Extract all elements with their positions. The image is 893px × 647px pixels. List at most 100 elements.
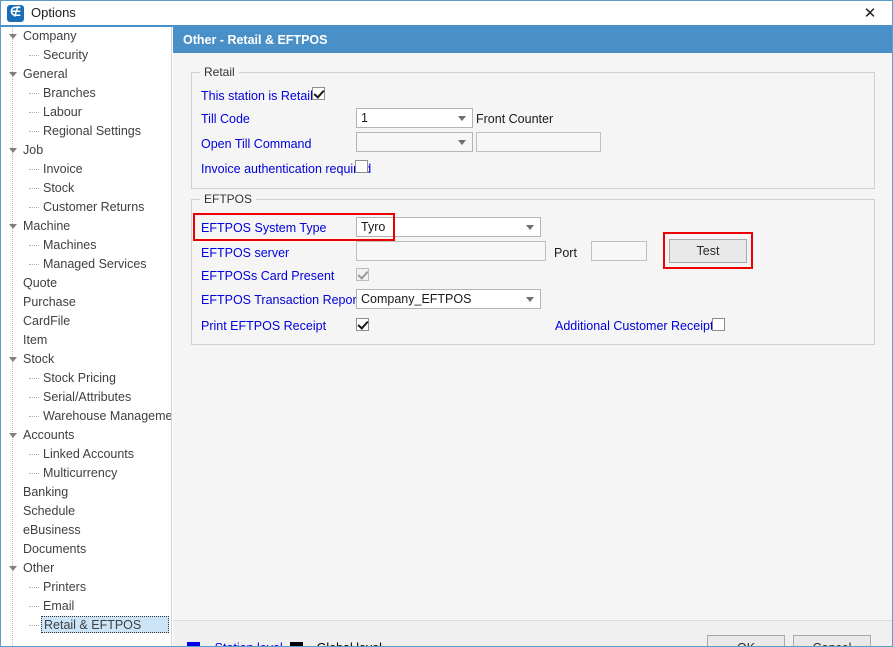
station-level-legend: - Station level bbox=[207, 641, 283, 646]
sidebar-item-security[interactable]: Security bbox=[1, 46, 171, 65]
sidebar-item-label: Labour bbox=[43, 105, 82, 119]
till-code-combobox[interactable]: 1 bbox=[356, 108, 473, 128]
cancel-button[interactable]: Cancel bbox=[793, 635, 871, 646]
expander-icon[interactable] bbox=[9, 433, 17, 438]
eftpos-transaction-report-label: EFTPOS Transaction Report bbox=[201, 293, 361, 307]
this-station-is-retail-label: This station is Retail bbox=[201, 89, 313, 103]
sidebar-item-invoice[interactable]: Invoice bbox=[1, 160, 171, 179]
sidebar-item-label: Email bbox=[43, 599, 75, 613]
sidebar-item-labour[interactable]: Labour bbox=[1, 103, 171, 122]
sidebar-item-regional-settings[interactable]: Regional Settings bbox=[1, 122, 171, 141]
sidebar-item-label: Retail & EFTPOS bbox=[41, 616, 169, 633]
sidebar-item-label: eBusiness bbox=[23, 523, 81, 537]
sidebar-item-branches[interactable]: Branches bbox=[1, 84, 171, 103]
close-icon[interactable]: ✕ bbox=[848, 1, 892, 25]
options-dialog: ∉ Options ✕ Company Security General Branch… bbox=[0, 0, 893, 647]
chevron-down-icon bbox=[458, 116, 466, 121]
print-eftpos-receipt-checkbox[interactable] bbox=[356, 318, 369, 331]
sidebar-item-stock[interactable]: Stock bbox=[1, 350, 171, 369]
additional-customer-receipt-checkbox[interactable] bbox=[712, 318, 725, 331]
eftpos-system-type-combobox[interactable]: Tyro bbox=[356, 217, 541, 237]
sidebar-item-general[interactable]: General bbox=[1, 65, 171, 84]
eftpos-transaction-report-combobox[interactable]: Company_EFTPOS bbox=[356, 289, 541, 309]
sidebar-item-label: Stock Pricing bbox=[43, 371, 116, 385]
station-level-swatch bbox=[187, 642, 200, 646]
sidebar-item-label: Machine bbox=[23, 219, 71, 233]
sidebar-item-machines[interactable]: Machines bbox=[1, 236, 171, 255]
sidebar-item-label: Other bbox=[23, 561, 55, 575]
eftpos-groupbox-legend: EFTPOS bbox=[200, 192, 257, 206]
sidebar-item-documents[interactable]: Documents bbox=[1, 540, 171, 559]
sidebar-item-label: Customer Returns bbox=[43, 200, 145, 214]
sidebar-item-purchase[interactable]: Purchase bbox=[1, 293, 171, 312]
sidebar-item-label: Documents bbox=[23, 542, 87, 556]
options-tree[interactable]: Company Security General Branches Labour Regi… bbox=[1, 27, 172, 646]
sidebar-item-label: Banking bbox=[23, 485, 69, 499]
open-till-command-label: Open Till Command bbox=[201, 137, 312, 151]
expander-icon[interactable] bbox=[9, 34, 17, 39]
sidebar-item-managed-services[interactable]: Managed Services bbox=[1, 255, 171, 274]
sidebar-item-other[interactable]: Other bbox=[1, 559, 171, 578]
sidebar-item-schedule[interactable]: Schedule bbox=[1, 502, 171, 521]
sidebar-item-label: Security bbox=[43, 48, 89, 62]
sidebar-item-label: Printers bbox=[43, 580, 87, 594]
sidebar-item-label: Stock bbox=[43, 181, 75, 195]
print-eftpos-receipt-label: Print EFTPOS Receipt bbox=[201, 319, 327, 333]
expander-icon[interactable] bbox=[9, 357, 17, 362]
eftpos-system-type-label: EFTPOS System Type bbox=[201, 221, 327, 235]
sidebar-item-label: Multicurrency bbox=[43, 466, 118, 480]
global-level-swatch bbox=[290, 642, 303, 646]
this-station-is-retail-checkbox[interactable] bbox=[312, 87, 325, 100]
sidebar-item-email[interactable]: Email bbox=[1, 597, 171, 616]
sidebar-item-linked-accounts[interactable]: Linked Accounts bbox=[1, 445, 171, 464]
sidebar-item-label: Linked Accounts bbox=[43, 447, 135, 461]
sidebar-item-job[interactable]: Job bbox=[1, 141, 171, 160]
sidebar-item-label: Branches bbox=[43, 86, 96, 100]
tree-items-host: Company Security General Branches Labour Regi… bbox=[1, 27, 171, 635]
sidebar-item-label: Company bbox=[23, 29, 77, 43]
sidebar-item-label: Machines bbox=[43, 238, 97, 252]
sidebar-item-stock[interactable]: Stock bbox=[1, 179, 171, 198]
ok-button[interactable]: OK bbox=[707, 635, 785, 646]
sidebar-item-cardfile[interactable]: CardFile bbox=[1, 312, 171, 331]
sidebar-item-label: Serial/Attributes bbox=[43, 390, 132, 404]
sidebar-item-customer-returns[interactable]: Customer Returns bbox=[1, 198, 171, 217]
sidebar-item-multicurrency[interactable]: Multicurrency bbox=[1, 464, 171, 483]
expander-icon[interactable] bbox=[9, 224, 17, 229]
sidebar-item-serial-attributes[interactable]: Serial/Attributes bbox=[1, 388, 171, 407]
window-title: Options bbox=[31, 5, 76, 20]
sidebar-item-label: Managed Services bbox=[43, 257, 147, 271]
sidebar-item-accounts[interactable]: Accounts bbox=[1, 426, 171, 445]
port-label: Port bbox=[554, 246, 577, 260]
sidebar-item-warehouse-management[interactable]: Warehouse Management bbox=[1, 407, 171, 426]
sidebar-item-label: Warehouse Management bbox=[43, 409, 172, 423]
sidebar-item-label: Job bbox=[23, 143, 44, 157]
expander-icon[interactable] bbox=[9, 566, 17, 571]
eftpos-server-input[interactable] bbox=[356, 241, 546, 261]
sidebar-item-machine[interactable]: Machine bbox=[1, 217, 171, 236]
sidebar-item-printers[interactable]: Printers bbox=[1, 578, 171, 597]
sidebar-item-label: Regional Settings bbox=[43, 124, 141, 138]
sidebar-item-item[interactable]: Item bbox=[1, 331, 171, 350]
sidebar-item-banking[interactable]: Banking bbox=[1, 483, 171, 502]
eftpos-server-label: EFTPOS server bbox=[201, 246, 290, 260]
till-code-value: 1 bbox=[361, 111, 368, 125]
sidebar-item-company[interactable]: Company bbox=[1, 27, 171, 46]
additional-customer-receipt-label: Additional Customer Receipt bbox=[555, 319, 714, 333]
open-till-command-combobox[interactable] bbox=[356, 132, 473, 152]
open-till-command-text-input[interactable] bbox=[476, 132, 601, 152]
sidebar-item-retail-eftpos[interactable]: Retail & EFTPOS bbox=[1, 616, 171, 635]
app-icon: ∉ bbox=[7, 5, 24, 22]
sidebar-item-stock-pricing[interactable]: Stock Pricing bbox=[1, 369, 171, 388]
sidebar-item-label: Stock bbox=[23, 352, 55, 366]
test-button[interactable]: Test bbox=[669, 239, 747, 263]
sidebar-item-label: CardFile bbox=[23, 314, 71, 328]
port-input[interactable] bbox=[591, 241, 647, 261]
invoice-authentication-checkbox[interactable] bbox=[355, 160, 368, 173]
expander-icon[interactable] bbox=[9, 72, 17, 77]
sidebar-item-ebusiness[interactable]: eBusiness bbox=[1, 521, 171, 540]
sidebar-item-quote[interactable]: Quote bbox=[1, 274, 171, 293]
eftpos-card-present-checkbox[interactable] bbox=[356, 268, 369, 281]
expander-icon[interactable] bbox=[9, 148, 17, 153]
title-bar: ∉ Options ✕ bbox=[1, 1, 892, 27]
